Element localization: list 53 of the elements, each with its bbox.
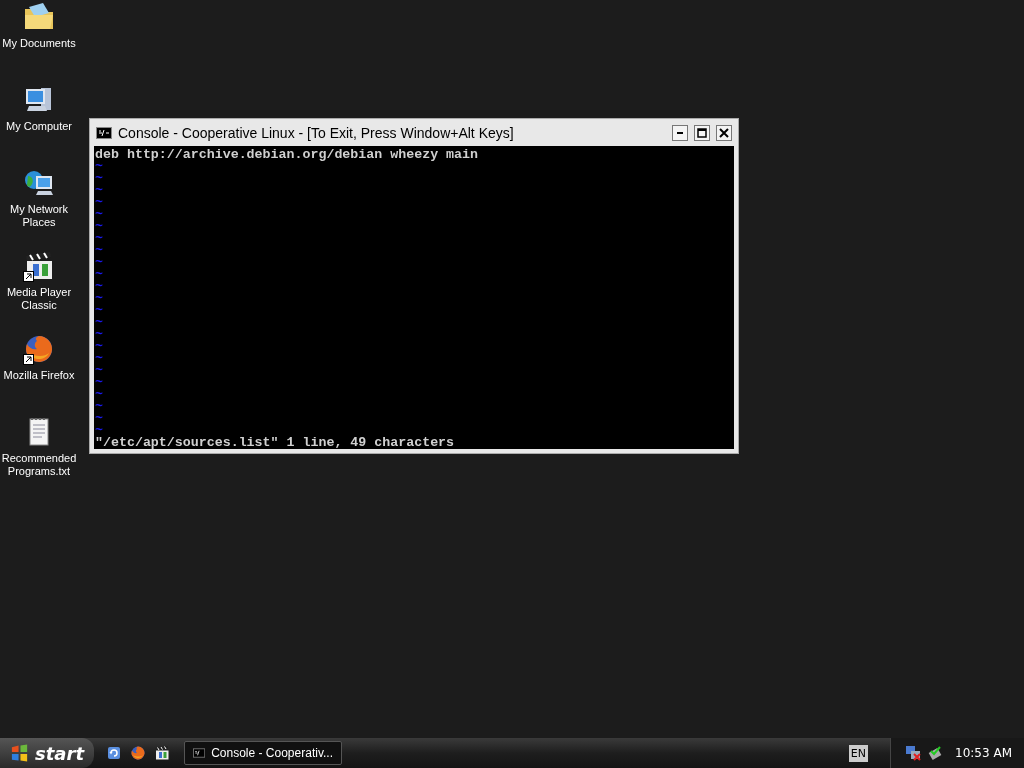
desktop-icon-label[interactable]: Media Player Classic [1,286,77,312]
minimize-icon [677,131,683,134]
tilde-marker: ~ [95,207,103,222]
clapperboard-icon [154,745,170,761]
status-line: "/etc/apt/sources.list" 1 line, 49 characters [95,437,456,449]
tilde-marker: ~ [95,159,103,174]
tilde-marker: ~ [95,351,103,366]
tilde-marker: ~ [95,171,103,186]
tilde-marker: ~ [95,303,103,318]
tilde-marker: ~ [95,399,103,414]
taskbar-button[interactable]: Console - Cooperativ... [184,741,342,765]
tilde-marker: ~ [95,231,103,246]
tilde-marker: ~ [95,411,103,426]
windows-flag-icon [10,744,30,762]
network-status-icon[interactable] [905,744,924,762]
desktop-icon-label[interactable]: My Network Places [1,203,77,229]
firefox-icon [130,745,146,761]
tilde-marker: ~ [95,375,103,390]
firefox-icon [23,333,55,365]
language-indicator[interactable]: EN [848,744,869,762]
console-icon [96,126,112,139]
terminal-line: deb http://archive.debian.org/debian wheezy main [95,149,479,161]
tilde-marker: ~ [95,315,103,330]
window-title: Console - Cooperative Linux - [To Exit, Press Window+Alt Keys] [118,124,515,141]
desktop-icon-label[interactable]: Mozilla Firefox [3,369,75,382]
tilde-marker: ~ [95,363,103,378]
refresh-icon[interactable] [106,745,122,761]
console-icon [193,747,206,759]
safely-remove-icon[interactable] [927,745,944,761]
tilde-marker: ~ [95,387,103,402]
tilde-marker: ~ [95,267,103,282]
tilde-marker: ~ [95,327,103,342]
tilde-marker: ~ [95,255,103,270]
close-icon [719,127,729,138]
tilde-marker: ~ [95,423,103,438]
desktop-icon-label[interactable]: My Documents [2,37,76,50]
clock: 10:53 AM [955,746,1012,760]
maximize-button[interactable] [694,124,710,141]
tilde-marker: ~ [95,291,103,306]
close-button[interactable] [716,124,732,141]
tilde-marker: ~ [95,195,103,210]
tilde-marker: ~ [95,243,103,258]
shortcut-arrow-icon [23,354,34,365]
tilde-marker: ~ [95,339,103,354]
shortcut-arrow-icon [23,271,34,282]
tilde-marker: ~ [95,279,103,294]
minimize-button[interactable] [672,124,688,141]
maximize-icon [697,127,707,138]
tilde-marker: ~ [95,219,103,234]
desktop-icon-label[interactable]: Recommended Programs.txt [1,452,77,478]
start-button[interactable]: start [0,738,94,768]
tilde-marker: ~ [95,183,103,198]
desktop-icon-label[interactable]: My Computer [6,120,72,133]
